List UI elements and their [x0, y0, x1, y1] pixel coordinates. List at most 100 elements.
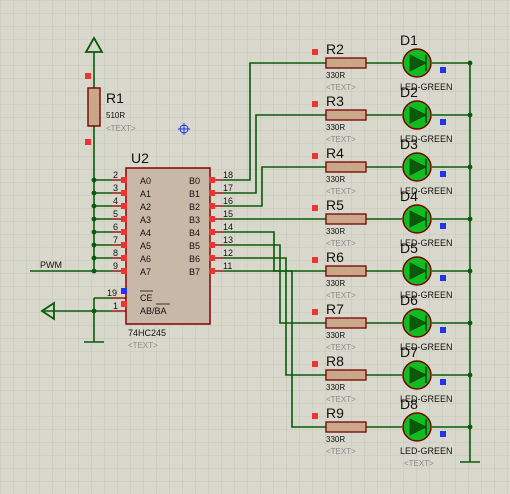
u2-pin-b-label: B2	[189, 202, 200, 212]
pin-marker-blue	[121, 288, 127, 294]
resistor-text: <TEXT>	[326, 291, 356, 300]
u2-pin-b-number: 18	[223, 170, 233, 180]
resistor-r5[interactable]	[325, 213, 367, 225]
resistor-name: R2	[326, 41, 344, 57]
schematic-canvas: R1 510R <TEXT> U2 CE AB/BA 19 1 74HC245 …	[0, 0, 510, 494]
led-name: D1	[400, 32, 418, 48]
u2-pin-a-number: 3	[113, 183, 118, 193]
u2-pin-a-number: 8	[113, 248, 118, 258]
resistor-name: R7	[326, 301, 344, 317]
pin-marker	[312, 101, 318, 107]
resistor-value: 330R	[326, 279, 345, 288]
pin-marker	[121, 301, 127, 307]
u2-pin-a-label: A2	[140, 202, 151, 212]
resistor-text: <TEXT>	[326, 187, 356, 196]
junction-dot	[467, 164, 473, 170]
pin-marker	[209, 255, 215, 261]
led-name: D7	[400, 344, 418, 360]
u2-pin-b-number: 11	[223, 261, 232, 271]
pin-marker	[85, 73, 91, 79]
resistor-value: 330R	[326, 123, 345, 132]
u2-pin-b-label: B5	[189, 241, 200, 251]
junction-dot	[467, 268, 473, 274]
pin-marker-blue	[440, 275, 446, 281]
r1-text: <TEXT>	[106, 124, 136, 133]
pin-marker	[312, 309, 318, 315]
pin-marker-blue	[440, 171, 446, 177]
resistor-r3[interactable]	[325, 109, 367, 121]
junction-dot	[467, 60, 473, 66]
led-name: D8	[400, 396, 418, 412]
pin-marker	[312, 205, 318, 211]
pin-marker	[209, 242, 215, 248]
led-value: LED-GREEN	[400, 446, 453, 456]
led-name: D2	[400, 84, 418, 100]
u2-pin-b-label: B7	[189, 267, 200, 277]
resistor-value: 330R	[326, 71, 345, 80]
resistor-r8[interactable]	[325, 369, 367, 381]
pwm-label: PWM	[40, 260, 62, 270]
resistor-r2[interactable]	[325, 57, 367, 69]
u2-pin-b-number: 15	[223, 209, 233, 219]
led-name: D3	[400, 136, 418, 152]
junction-dot	[467, 320, 473, 326]
pin-marker	[209, 268, 215, 274]
pin-marker	[121, 190, 127, 196]
resistor-name: R8	[326, 353, 344, 369]
u2-pin-a-label: A5	[140, 241, 151, 251]
resistor-r7[interactable]	[325, 317, 367, 329]
resistor-text: <TEXT>	[326, 343, 356, 352]
u2-ce-pin-number: 19	[107, 288, 117, 298]
pin-marker	[209, 177, 215, 183]
u2-pin-a-number: 6	[113, 222, 118, 232]
pin-marker	[121, 177, 127, 183]
u2-pin-b-number: 14	[223, 222, 233, 232]
u2-dir-label: AB/BA	[140, 306, 167, 316]
u2-pin-b-label: B4	[189, 228, 200, 238]
u2-part: 74HC245	[128, 328, 166, 338]
resistor-r6[interactable]	[325, 265, 367, 277]
r1-value: 510R	[106, 111, 125, 120]
resistor-r4[interactable]	[325, 161, 367, 173]
u2-text: <TEXT>	[128, 341, 158, 350]
u2-pin-b-label: B6	[189, 254, 200, 264]
u2-pin-b-label: B0	[189, 176, 200, 186]
u2-pin-a-number: 5	[113, 209, 118, 219]
pin-marker	[312, 413, 318, 419]
resistor-name: R6	[326, 249, 344, 265]
r1-name: R1	[106, 90, 124, 106]
u2-pin-a-label: A1	[140, 189, 151, 199]
junction-dot	[467, 112, 473, 118]
pin-marker-blue	[440, 119, 446, 125]
u2-pin-a-number: 2	[113, 170, 118, 180]
led-name: D5	[400, 240, 418, 256]
resistor-text: <TEXT>	[326, 447, 356, 456]
u2-pin-a-label: A4	[140, 228, 151, 238]
u2-ce-label: CE	[140, 293, 153, 303]
u2-dir-pin-number: 1	[113, 301, 118, 311]
resistor-name: R4	[326, 145, 344, 161]
junction-dot	[467, 216, 473, 222]
u2-pin-a-number: 9	[113, 261, 118, 271]
pin-marker	[121, 203, 127, 209]
u2-pin-a-number: 4	[113, 196, 118, 206]
resistor-text: <TEXT>	[326, 83, 356, 92]
pin-marker-blue	[440, 223, 446, 229]
pin-marker	[312, 361, 318, 367]
pin-marker	[85, 139, 91, 145]
u2-pin-b-number: 16	[223, 196, 233, 206]
u2-pin-a-label: A3	[140, 215, 151, 225]
pin-marker	[121, 255, 127, 261]
junction-dot	[467, 424, 473, 430]
resistor-r9[interactable]	[325, 421, 367, 433]
resistor-text: <TEXT>	[326, 395, 356, 404]
u2-name: U2	[131, 150, 149, 166]
resistor-text: <TEXT>	[326, 239, 356, 248]
u2-pin-b-label: B1	[189, 189, 200, 199]
u2-pin-a-label: A6	[140, 254, 151, 264]
resistor-r1[interactable]	[87, 87, 101, 127]
resistor-value: 330R	[326, 435, 345, 444]
pin-marker	[121, 229, 127, 235]
pin-marker	[209, 229, 215, 235]
pin-marker	[209, 190, 215, 196]
